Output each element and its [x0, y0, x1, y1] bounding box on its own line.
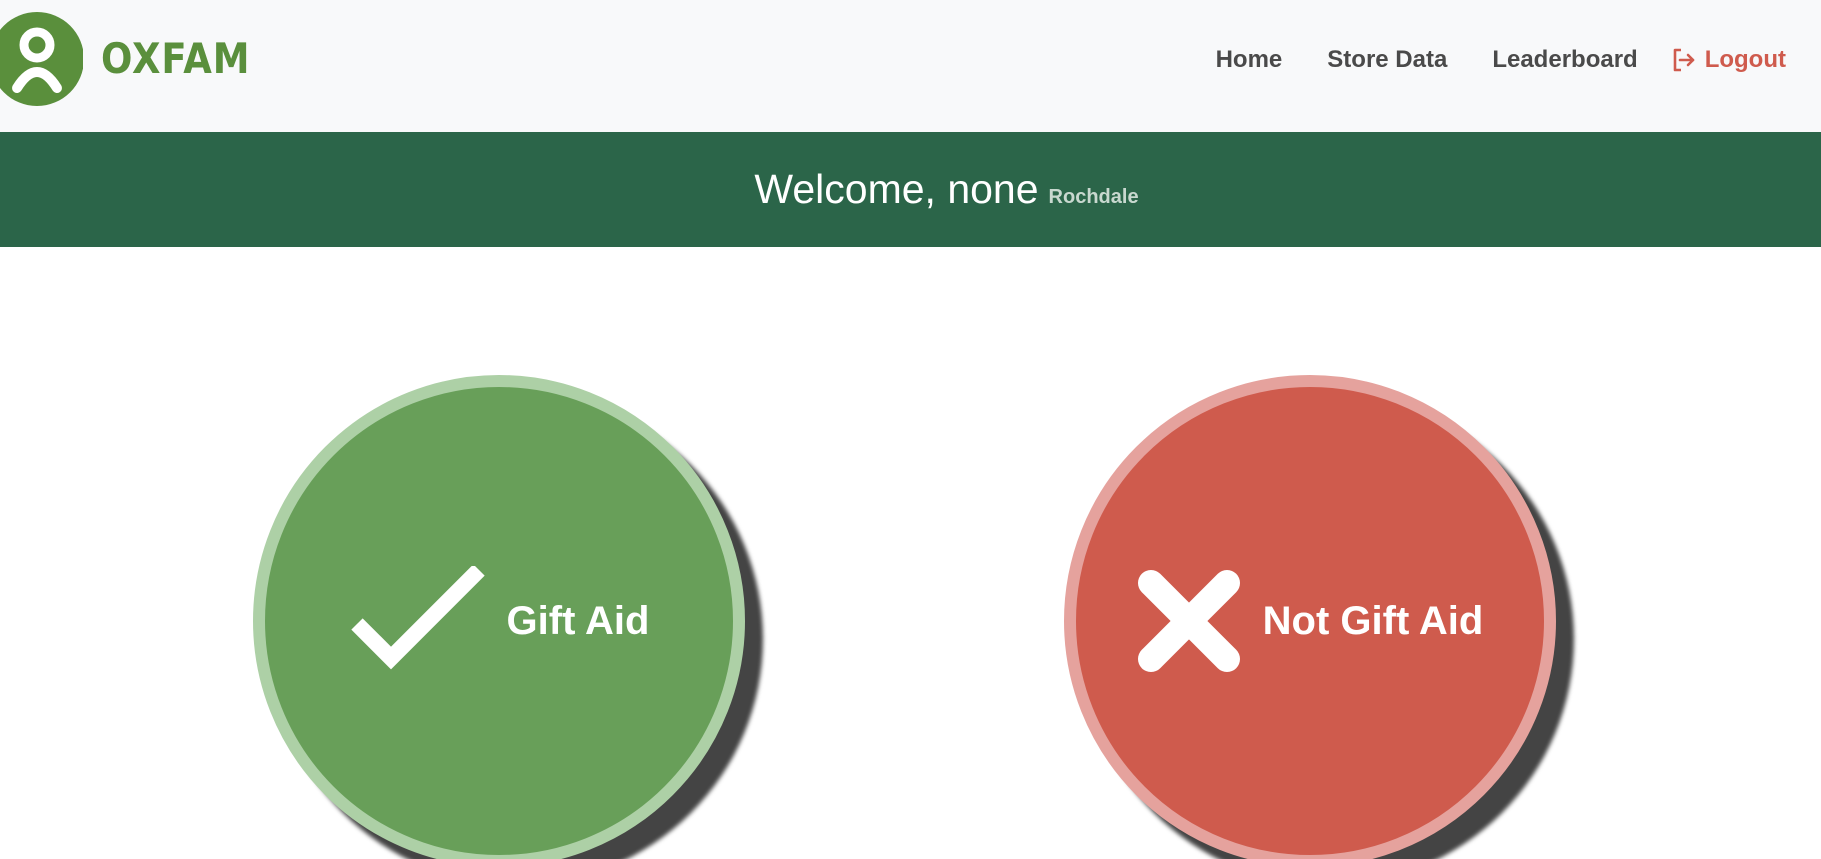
- page: OXFAM Home Store Data Leaderboard Logout…: [0, 0, 1821, 859]
- nav-links: Home Store Data Leaderboard Logout: [1171, 40, 1786, 80]
- checkmark-icon: [350, 566, 485, 670]
- logout-label: Logout: [1704, 46, 1786, 73]
- brand-logo[interactable]: OXFAM: [0, 12, 271, 106]
- nav-home-link[interactable]: Home: [1216, 46, 1283, 74]
- nav-leaderboard-link[interactable]: Leaderboard: [1492, 46, 1637, 74]
- not-gift-aid-content: Not Gift Aid: [1137, 569, 1484, 673]
- cross-icon: [1137, 570, 1240, 672]
- welcome-banner: Welcome, none Rochdale: [0, 132, 1821, 247]
- not-gift-aid-label: Not Gift Aid: [1262, 598, 1484, 643]
- navbar: OXFAM Home Store Data Leaderboard Logout: [0, 0, 1821, 132]
- not-gift-aid-button[interactable]: Not Gift Aid: [1064, 375, 1556, 859]
- nav-store-data-link[interactable]: Store Data: [1327, 46, 1447, 74]
- oxfam-logo-icon: [0, 12, 83, 106]
- gift-aid-label: Gift Aid: [506, 598, 650, 643]
- logout-link[interactable]: Logout: [1671, 46, 1786, 74]
- welcome-group: Welcome, none Rochdale: [754, 166, 1138, 213]
- gift-aid-button[interactable]: Gift Aid: [253, 375, 745, 859]
- welcome-text: Welcome, none: [754, 166, 1039, 212]
- sign-out-icon: [1673, 48, 1695, 72]
- brand-name: OXFAM: [101, 34, 251, 83]
- store-location: Rochdale: [1048, 186, 1139, 208]
- gift-aid-content: Gift Aid: [349, 566, 650, 676]
